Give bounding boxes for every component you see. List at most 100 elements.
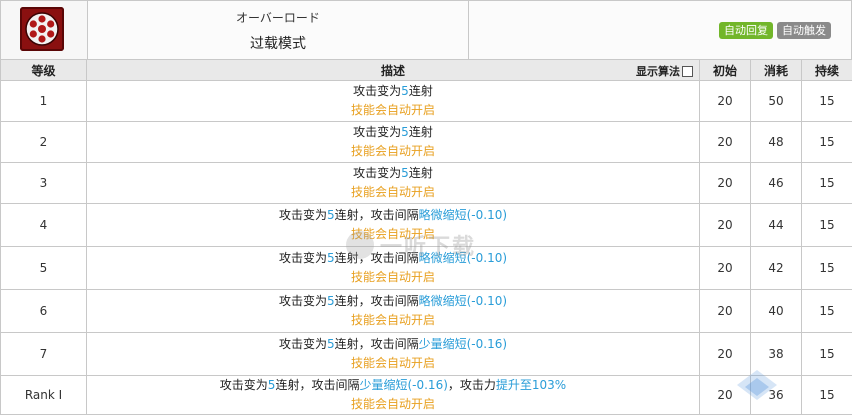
row-cost: 46 (751, 163, 802, 204)
row-cost: 40 (751, 290, 802, 333)
effect-text: 连射 (409, 84, 433, 98)
row-duration: 15 (802, 122, 852, 163)
row-description: 攻击变为5连射，攻击间隔略微缩短(-0.10)技能会自动开启 (87, 290, 700, 333)
effect-highlight: (-0.10) (467, 208, 507, 222)
effect-highlight: 提升至103% (496, 378, 566, 392)
col-header-desc: 描述 显示算法 (87, 60, 700, 81)
effect-text: 攻击变为 (353, 166, 401, 180)
row-duration: 15 (802, 81, 852, 122)
effect-highlight: 少量缩短 (359, 378, 407, 392)
col-header-initial: 初始 (700, 60, 751, 81)
effect-text: 连射，攻击间隔 (335, 294, 419, 308)
effect-text: 连射 (409, 125, 433, 139)
row-level: 3 (1, 163, 87, 204)
effect-text: 攻击变为 (279, 251, 327, 265)
effect-highlight: (-0.10) (467, 251, 507, 265)
row-duration: 15 (802, 204, 852, 247)
effect-text: 攻击变为 (279, 337, 327, 351)
row-cost: 38 (751, 333, 802, 376)
show-algorithm-checkbox[interactable] (682, 66, 693, 77)
effect-text: 攻击变为 (353, 84, 401, 98)
effect-text: 攻击变为 (220, 378, 268, 392)
effect-highlight: 5 (401, 166, 409, 180)
row-cost: 36 (751, 376, 802, 415)
effect-text: ，攻击力 (448, 378, 496, 392)
row-description: 攻击变为5连射，攻击间隔少量缩短(-0.16)技能会自动开启 (87, 333, 700, 376)
row-auto-activate-line: 技能会自动开启 (87, 395, 699, 414)
row-auto-activate-line: 技能会自动开启 (87, 268, 699, 287)
effect-text: 连射，攻击间隔 (335, 208, 419, 222)
row-effect-line: 攻击变为5连射，攻击间隔少量缩短(-0.16)，攻击力提升至103% (87, 376, 699, 395)
table-header-row: 等级 描述 显示算法 初始 消耗 持续 (1, 60, 852, 81)
effect-highlight: 略微缩短 (419, 208, 467, 222)
skill-header: オーバーロード 过载模式 自动回复 自动触发 (0, 0, 852, 60)
effect-highlight: 少量缩短 (419, 337, 467, 351)
table-row: 4 攻击变为5连射，攻击间隔略微缩短(-0.10) 技能会自动开启204415 (1, 204, 852, 247)
effect-highlight: (-0.16) (407, 378, 447, 392)
table-row: Rank Ⅰ攻击变为5连射，攻击间隔少量缩短(-0.16)，攻击力提升至103%… (1, 376, 852, 415)
effect-highlight: 5 (327, 294, 335, 308)
effect-text: 连射，攻击间隔 (335, 337, 419, 351)
row-initial: 20 (700, 376, 751, 415)
row-auto-activate-line: 技能会自动开启 (87, 101, 699, 120)
row-initial: 20 (700, 247, 751, 290)
row-level: 4 (1, 204, 87, 247)
show-algorithm-label: 显示算法 (636, 63, 680, 79)
effect-text: 连射，攻击间隔 (335, 251, 419, 265)
row-description: 攻击变为5连射，攻击间隔少量缩短(-0.16)，攻击力提升至103%技能会自动开… (87, 376, 700, 415)
row-initial: 20 (700, 204, 751, 247)
row-duration: 15 (802, 290, 852, 333)
effect-highlight: (-0.16) (467, 337, 507, 351)
skill-name-jp: オーバーロード (88, 9, 468, 26)
row-duration: 15 (802, 376, 852, 415)
effect-text: 攻击变为 (353, 125, 401, 139)
table-row: 1攻击变为5连射技能会自动开启205015 (1, 81, 852, 122)
row-level: 5 (1, 247, 87, 290)
table-row: 3攻击变为5连射技能会自动开启204615 (1, 163, 852, 204)
table-row: 2攻击变为5连射技能会自动开启204815 (1, 122, 852, 163)
row-description: 攻击变为5连射，攻击间隔略微缩短(-0.10) 技能会自动开启 (87, 204, 700, 247)
row-initial: 20 (700, 333, 751, 376)
col-header-cost: 消耗 (751, 60, 802, 81)
row-description: 攻击变为5连射技能会自动开启 (87, 163, 700, 204)
effect-text: 攻击变为 (279, 294, 327, 308)
table-row: 7攻击变为5连射，攻击间隔少量缩短(-0.16)技能会自动开启203815 (1, 333, 852, 376)
skill-name-cell: オーバーロード 过载模式 (88, 1, 469, 59)
row-level: 6 (1, 290, 87, 333)
row-auto-activate-line: 技能会自动开启 (87, 183, 699, 202)
col-header-level: 等级 (1, 60, 87, 81)
effect-highlight: (-0.10) (467, 294, 507, 308)
row-cost: 48 (751, 122, 802, 163)
row-level: 1 (1, 81, 87, 122)
col-header-duration: 持续 (802, 60, 852, 81)
effect-highlight: 5 (327, 251, 335, 265)
row-description: 攻击变为5连射技能会自动开启 (87, 122, 700, 163)
show-algorithm-toggle[interactable]: 显示算法 (636, 63, 693, 79)
row-auto-activate-line: 技能会自动开启 (87, 354, 699, 373)
row-auto-activate-line: 技能会自动开启 (87, 225, 699, 244)
skill-icon-cell (1, 1, 88, 59)
revolver-cylinder-icon (20, 7, 64, 51)
row-cost: 44 (751, 204, 802, 247)
row-effect-line: 攻击变为5连射 (87, 123, 699, 142)
effect-text: 连射，攻击间隔 (275, 378, 359, 392)
row-initial: 20 (700, 122, 751, 163)
effect-highlight: 5 (327, 208, 335, 222)
auto-trigger-badge: 自动触发 (777, 22, 831, 39)
row-initial: 20 (700, 163, 751, 204)
row-effect-line: 攻击变为5连射，攻击间隔略微缩短(-0.10) (87, 249, 699, 268)
skill-name-cn: 过载模式 (88, 33, 468, 53)
row-auto-activate-line: 技能会自动开启 (87, 311, 699, 330)
row-initial: 20 (700, 290, 751, 333)
effect-text: 攻击变为 (279, 208, 327, 222)
table-row: 6攻击变为5连射，攻击间隔略微缩短(-0.10)技能会自动开启204015 (1, 290, 852, 333)
row-level: Rank Ⅰ (1, 376, 87, 415)
row-level: 7 (1, 333, 87, 376)
auto-recovery-badge: 自动回复 (719, 22, 773, 39)
row-description: 攻击变为5连射技能会自动开启 (87, 81, 700, 122)
table-body: 1攻击变为5连射技能会自动开启2050152攻击变为5连射技能会自动开启2048… (1, 81, 852, 415)
row-effect-line: 攻击变为5连射 (87, 82, 699, 101)
row-duration: 15 (802, 163, 852, 204)
effect-text: 连射 (409, 166, 433, 180)
table-row: 5攻击变为5连射，攻击间隔略微缩短(-0.10)技能会自动开启204215 (1, 247, 852, 290)
